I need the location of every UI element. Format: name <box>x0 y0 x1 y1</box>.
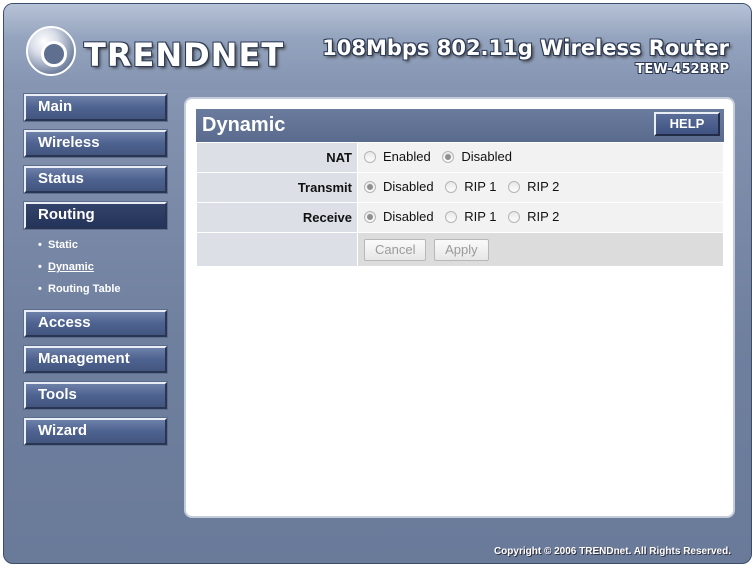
router-frame: TRENDNET 108Mbps 802.11g Wireless Router… <box>3 3 752 564</box>
product-model: TEW-452BRP <box>635 62 729 77</box>
receive-rip2-radio[interactable]: RIP 2 <box>508 209 559 224</box>
nav-management-button[interactable]: Management <box>24 346 167 373</box>
nav-access-button[interactable]: Access <box>24 310 167 337</box>
routing-subnav: • Static • Dynamic • Routing Table <box>38 234 170 300</box>
radio-icon <box>445 210 458 223</box>
nat-enabled-radio[interactable]: Enabled <box>364 149 431 164</box>
radio-checked-icon <box>364 210 376 223</box>
trendnet-logo-icon <box>26 26 76 76</box>
transmit-row: Transmit Disabled RIP 1 RIP 2 <box>196 172 724 203</box>
subnav-routing-table-link[interactable]: • Routing Table <box>38 278 170 300</box>
product-title: 108Mbps 802.11g Wireless Router <box>322 36 729 60</box>
radio-icon <box>445 180 458 193</box>
nat-label: NAT <box>196 142 358 173</box>
sidebar-nav: Main Wireless Status Routing • Static • Dy… <box>24 94 170 454</box>
radio-icon <box>508 180 521 193</box>
nav-routing-button[interactable]: Routing <box>24 202 167 229</box>
subnav-dynamic-link[interactable]: • Dynamic <box>38 256 170 278</box>
nav-wireless-button[interactable]: Wireless <box>24 130 167 157</box>
dynamic-routing-form: NAT Enabled Disabled Transmit Disabled R… <box>196 142 724 267</box>
content-panel: Dynamic HELP NAT Enabled Disabled Transm… <box>184 97 735 518</box>
receive-disabled-radio[interactable]: Disabled <box>364 209 434 224</box>
radio-checked-icon <box>442 150 455 163</box>
transmit-rip2-radio[interactable]: RIP 2 <box>508 179 559 194</box>
nat-row: NAT Enabled Disabled <box>196 142 724 173</box>
header: TRENDNET 108Mbps 802.11g Wireless Router… <box>4 4 751 89</box>
nav-status-button[interactable]: Status <box>24 166 167 193</box>
cancel-button[interactable]: Cancel <box>364 238 427 261</box>
action-row: Cancel Apply <box>196 232 724 267</box>
subnav-static-link[interactable]: • Static <box>38 234 170 256</box>
receive-row: Receive Disabled RIP 1 RIP 2 <box>196 202 724 233</box>
transmit-disabled-radio[interactable]: Disabled <box>364 179 434 194</box>
nat-disabled-radio[interactable]: Disabled <box>442 149 512 164</box>
apply-button[interactable]: Apply <box>434 238 489 261</box>
receive-rip1-radio[interactable]: RIP 1 <box>445 209 497 224</box>
page-title: Dynamic <box>202 114 286 136</box>
help-button[interactable]: HELP <box>654 112 720 136</box>
brand-logo-text: TRENDNET <box>84 36 285 74</box>
nav-main-button[interactable]: Main <box>24 94 167 121</box>
panel-header: Dynamic HELP <box>196 109 724 142</box>
receive-label: Receive <box>196 202 358 233</box>
radio-icon <box>508 210 521 223</box>
copyright-footer: Copyright © 2006 TRENDnet. All Rights Re… <box>493 546 731 557</box>
nav-tools-button[interactable]: Tools <box>24 382 167 409</box>
transmit-label: Transmit <box>196 172 358 203</box>
transmit-rip1-radio[interactable]: RIP 1 <box>445 179 497 194</box>
nav-wizard-button[interactable]: Wizard <box>24 418 167 445</box>
radio-icon <box>364 150 376 163</box>
radio-checked-icon <box>364 180 376 193</box>
